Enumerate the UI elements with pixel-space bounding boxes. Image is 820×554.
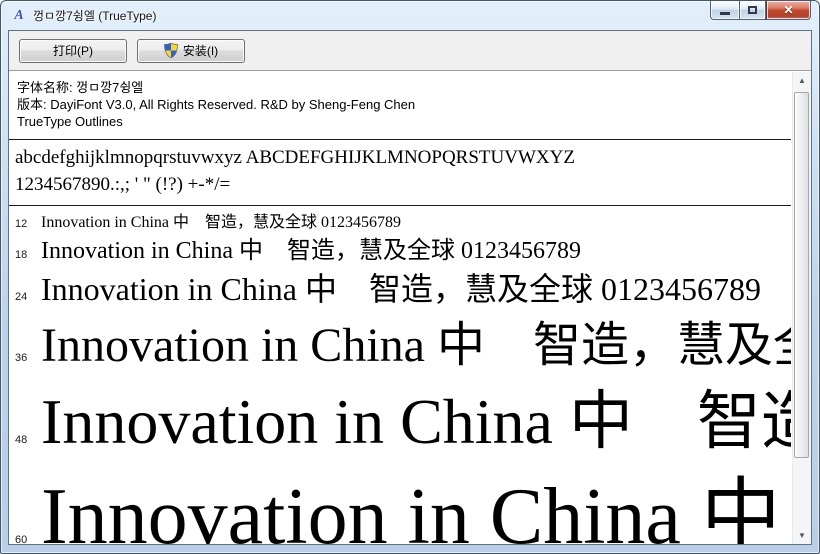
scroll-up-icon: ▲ [798,76,806,85]
scroll-down-icon: ▼ [798,531,806,540]
print-button[interactable]: 打印(P) [19,38,127,63]
vertical-scrollbar[interactable]: ▲ ▼ [792,72,811,544]
sample-text: Innovation in China 中 智造，慧及全球 0123456789 [41,472,791,544]
sample-size-label: 24 [15,291,28,304]
uac-shield-icon [163,43,178,58]
font-version-line: 版本: DayiFont V3.0, All Rights Reserved. … [17,97,416,113]
sample-text: Innovation in China 中 智造，慧及全球 0123456789 [41,271,761,308]
scroll-down-button[interactable]: ▼ [793,527,811,544]
close-button[interactable]: ✕ [766,1,811,20]
font-info-block: 字体名称: 껑ㅁ깡7슁엘 版本: DayiFont V3.0, All Righ… [9,72,791,139]
sample-row-36: 36 Innovation in China 中 智造，慧及全球 0123456… [9,308,791,373]
sample-size-label: 60 [15,533,28,544]
scroll-up-button[interactable]: ▲ [793,72,811,89]
sample-row-24: 24 Innovation in China 中 智造，慧及全球 0123456… [9,265,791,308]
font-name-line: 字体名称: 껑ㅁ깡7슁엘 [17,80,144,95]
sample-row-60: 60 Innovation in China 中 智造，慧及全球 0123456… [9,459,791,544]
font-outline-line: TrueType Outlines [17,114,123,130]
sample-text: Innovation in China 中 智造，慧及全球 0123456789 [41,214,401,232]
install-button-label: 安装(I) [182,44,219,58]
sample-text: Innovation in China 中 智造，慧及全球 0123456789 [41,319,791,373]
charset-digits-line: 1234567890.:,; ' " (!?) +-*/= [15,174,231,196]
sample-size-label: 12 [15,218,28,231]
toolbar: 打印(P) 安装(I) [9,31,811,71]
window-title: 껑ㅁ깡7슁엘 (TrueType) [33,9,157,23]
close-icon: ✕ [783,3,794,17]
sample-size-label: 18 [15,248,28,261]
minimize-button[interactable] [710,1,739,20]
sample-size-label: 48 [15,434,28,447]
font-viewer-icon: A [14,7,24,23]
minimize-icon [720,11,730,15]
maximize-button[interactable] [739,1,766,20]
print-button-label: 打印(P) [53,44,93,58]
font-preview-pane: 字体名称: 껑ㅁ깡7슁엘 版本: DayiFont V3.0, All Righ… [9,72,811,544]
preview-content: 字体名称: 껑ㅁ깡7슁엘 版本: DayiFont V3.0, All Righ… [9,72,791,544]
sample-size-label: 36 [15,352,28,365]
sample-row-48: 48 Innovation in China 中 智造，慧及全球 0123456… [9,373,791,459]
charset-letters-line: abcdefghijklmnopqrstuvwxyz ABCDEFGHIJKLM… [15,147,575,169]
sample-row-18: 18 Innovation in China 中 智造，慧及全球 0123456… [9,233,791,266]
character-set-sample: abcdefghijklmnopqrstuvwxyz ABCDEFGHIJKLM… [9,140,791,205]
scrollbar-thumb[interactable] [794,92,809,458]
font-viewer-window: A 껑ㅁ깡7슁엘 (TrueType) ✕ 打印(P) 安装(I) 字体名称: … [0,0,820,554]
titlebar: A 껑ㅁ깡7슁엘 (TrueType) ✕ [1,1,819,30]
client-area: 打印(P) 安装(I) 字体名称: 껑ㅁ깡7슁엘 版本: DayiFont V3… [8,30,812,545]
install-button[interactable]: 安装(I) [137,38,245,63]
maximize-icon [748,6,757,14]
sample-text: Innovation in China 中 智造，慧及全球 0123456789 [41,386,791,458]
caption-buttons: ✕ [710,1,811,20]
sample-text: Innovation in China 中 智造，慧及全球 0123456789 [41,237,581,264]
sample-row-12: 12 Innovation in China 中 智造，慧及全球 0123456… [9,206,791,232]
